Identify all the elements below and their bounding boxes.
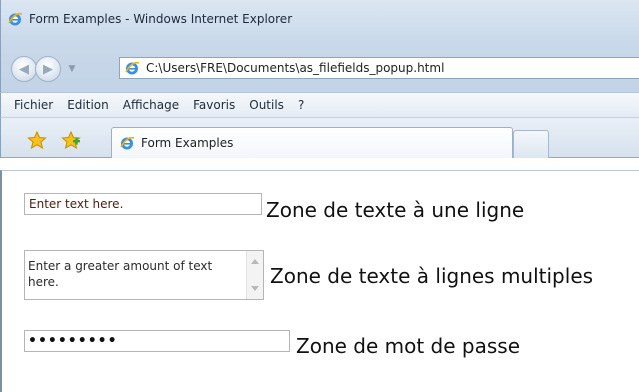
menu-fichier[interactable]: Fichier <box>7 98 60 112</box>
scroll-down-icon[interactable] <box>251 286 259 291</box>
textarea-scrollbar[interactable] <box>246 251 263 299</box>
internet-explorer-icon <box>8 12 23 26</box>
browser-window: Form Examples - Windows Internet Explore… <box>0 0 639 392</box>
forward-arrow-icon: ▶ <box>43 61 53 77</box>
multi-line-textarea[interactable]: Enter a greater amount of text here. <box>24 250 264 300</box>
menu-favoris[interactable]: Favoris <box>186 98 242 112</box>
password-input[interactable]: ••••••••• <box>24 330 290 352</box>
menu-affichage[interactable]: Affichage <box>116 98 186 112</box>
new-tab-button[interactable] <box>513 130 549 158</box>
single-line-text-input[interactable]: Enter text here. <box>24 193 262 215</box>
address-bar[interactable]: C:\Users\FRE\Documents\as_filefields_pop… <box>119 57 639 79</box>
back-button[interactable]: ◀ <box>11 56 37 82</box>
page-content: Enter text here. Zone de texte à une lig… <box>0 170 639 392</box>
textarea-content: Enter a greater amount of text here. <box>28 259 213 289</box>
back-arrow-icon: ◀ <box>19 61 29 77</box>
tab-bar: Form Examples <box>0 118 639 158</box>
menu-edition[interactable]: Edition <box>60 98 116 112</box>
window-title: Form Examples - Windows Internet Explore… <box>29 12 293 26</box>
multi-line-label: Zone de texte à lignes multiples <box>270 264 594 288</box>
forward-button[interactable]: ▶ <box>35 56 61 82</box>
tab-form-examples[interactable]: Form Examples <box>111 127 513 158</box>
window-frame: Form Examples - Windows Internet Explore… <box>0 0 639 92</box>
menu-outils[interactable]: Outils <box>242 98 291 112</box>
scroll-up-icon[interactable] <box>251 259 259 264</box>
menu-bar: Fichier Edition Affichage Favoris Outils… <box>0 92 639 118</box>
menu-help[interactable]: ? <box>291 98 311 112</box>
favorites-star-icon[interactable] <box>27 131 47 149</box>
address-url: C:\Users\FRE\Documents\as_filefields_pop… <box>146 61 445 75</box>
page-icon <box>125 61 140 75</box>
password-label: Zone de mot de passe <box>296 334 521 358</box>
tab-label: Form Examples <box>141 136 234 150</box>
recent-pages-dropdown[interactable]: ▼ <box>65 56 79 82</box>
chevron-down-icon: ▼ <box>68 64 76 74</box>
add-favorite-icon[interactable] <box>61 131 81 149</box>
single-line-label: Zone de texte à une ligne <box>266 198 525 222</box>
navigation-buttons: ◀ ▶ ▼ <box>11 55 79 83</box>
title-bar: Form Examples - Windows Internet Explore… <box>7 8 292 30</box>
tab-page-icon <box>120 136 135 150</box>
